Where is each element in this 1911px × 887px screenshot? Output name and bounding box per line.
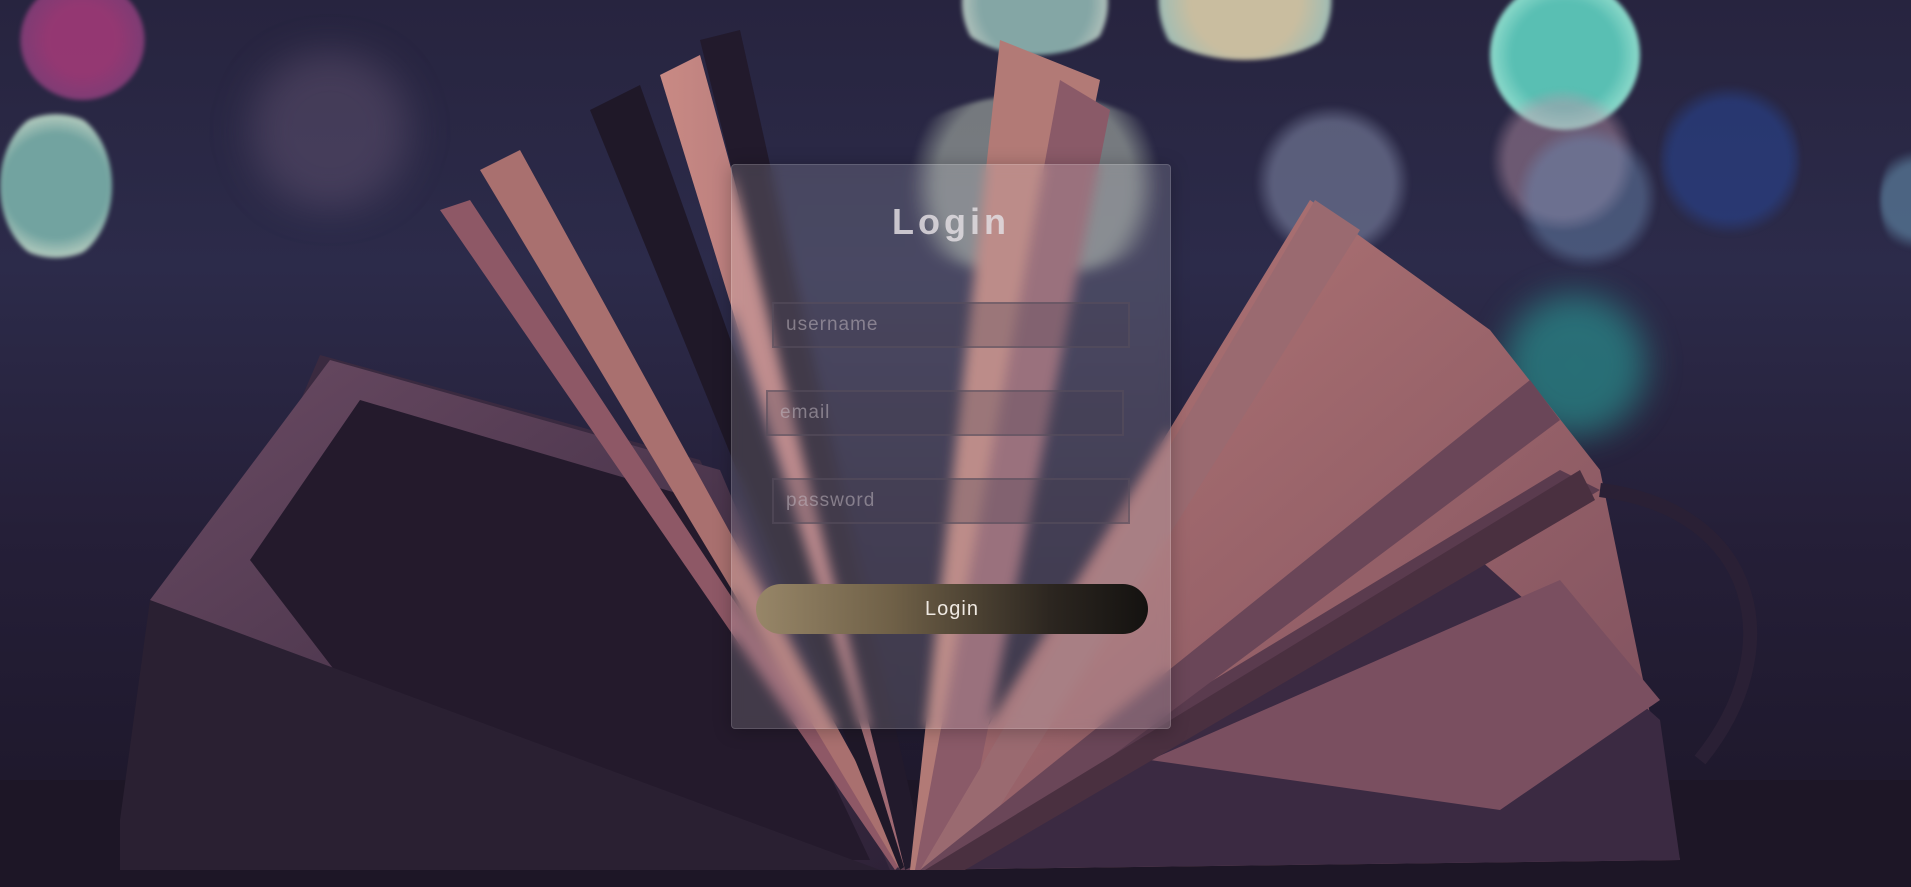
password-input[interactable] xyxy=(772,478,1130,524)
login-title: Login xyxy=(892,201,1010,242)
username-input[interactable] xyxy=(772,302,1130,348)
email-input[interactable] xyxy=(766,390,1124,436)
login-button[interactable]: Login xyxy=(756,584,1148,634)
login-page: Login Login xyxy=(0,0,1911,887)
login-card: Login Login xyxy=(731,164,1171,729)
